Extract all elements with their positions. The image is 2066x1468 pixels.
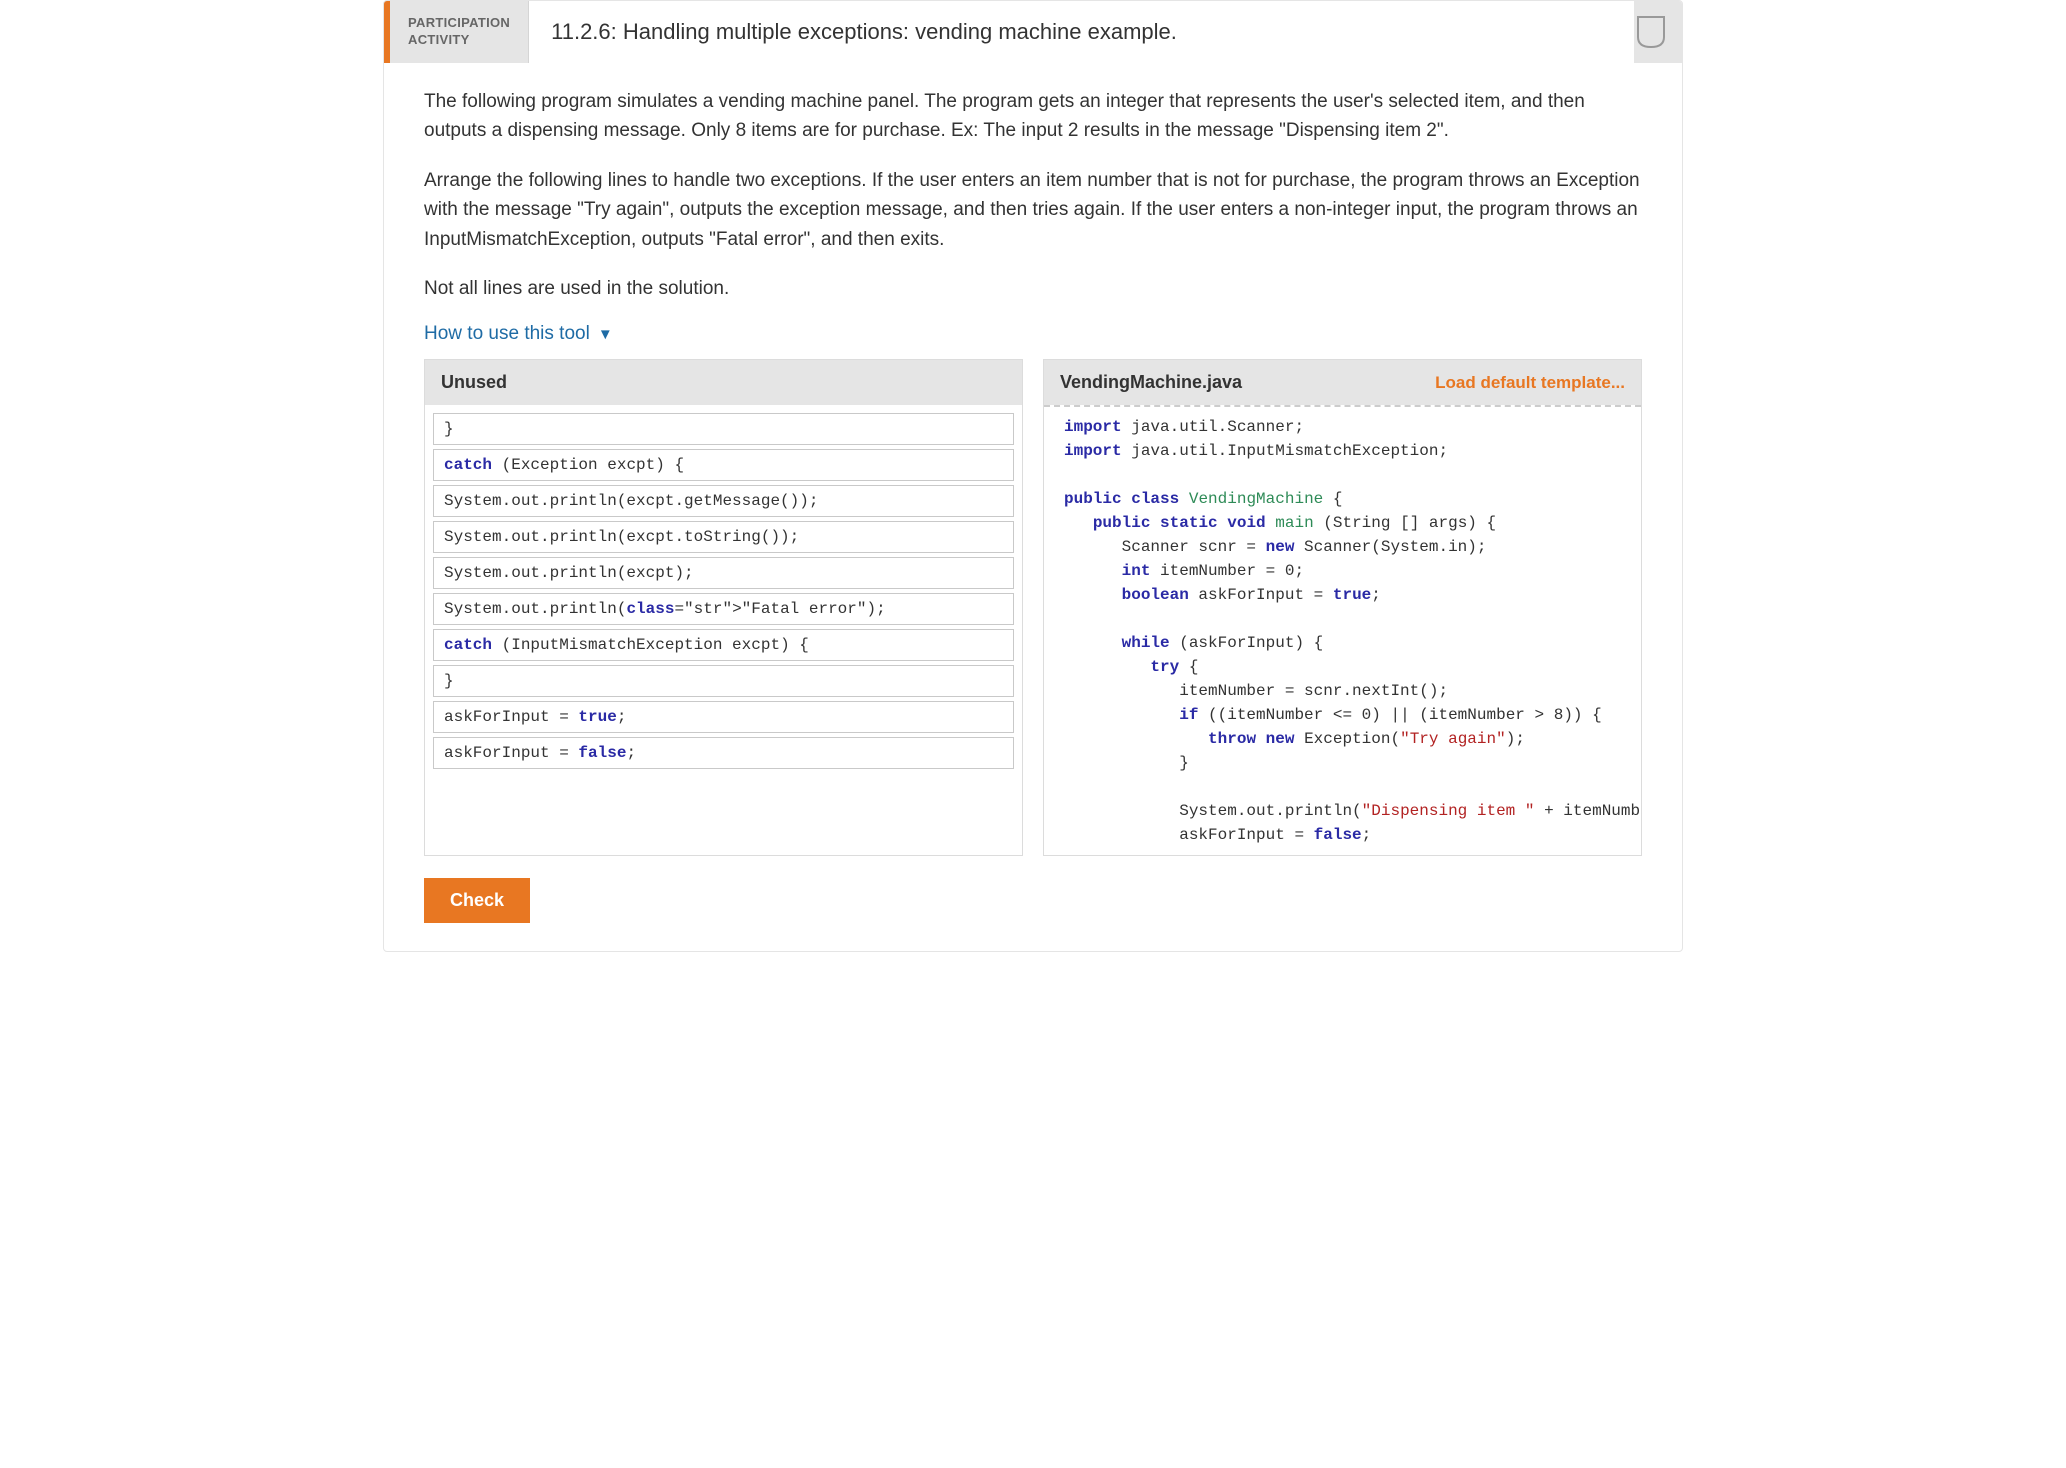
panels: Unused } catch (Exception excpt) { System.… xyxy=(424,359,1642,856)
instruction-paragraph-1: The following program simulates a vendin… xyxy=(424,87,1642,146)
activity-header: PARTICIPATION ACTIVITY 11.2.6: Handling … xyxy=(384,1,1682,63)
chevron-down-icon: ▼ xyxy=(598,326,613,343)
how-to-use-label: How to use this tool xyxy=(424,323,590,345)
unused-code-line[interactable]: askForInput = true; xyxy=(433,701,1014,733)
activity-type-line1: PARTICIPATION xyxy=(408,15,510,30)
unused-code-line[interactable]: System.out.println(excpt); xyxy=(433,557,1014,589)
instructions: The following program simulates a vendin… xyxy=(424,87,1642,304)
unused-panel-header: Unused xyxy=(425,360,1022,405)
unused-code-line[interactable]: } xyxy=(433,665,1014,697)
instruction-paragraph-2: Arrange the following lines to handle tw… xyxy=(424,166,1642,254)
load-default-link[interactable]: Load default template... xyxy=(1435,373,1625,393)
unused-code-line[interactable]: System.out.println(class="str">"Fatal er… xyxy=(433,593,1014,625)
code-filename: VendingMachine.java xyxy=(1060,372,1242,393)
how-to-use-toggle[interactable]: How to use this tool ▼ xyxy=(424,323,613,345)
code-editor-wrap[interactable]: import java.util.Scanner; import java.ut… xyxy=(1044,405,1641,855)
activity-container: PARTICIPATION ACTIVITY 11.2.6: Handling … xyxy=(383,0,1683,952)
activity-title-wrap: 11.2.6: Handling multiple exceptions: ve… xyxy=(528,1,1634,63)
unused-code-line[interactable]: } xyxy=(433,413,1014,445)
unused-panel-body[interactable]: } catch (Exception excpt) { System.out.pri… xyxy=(425,405,1022,783)
activity-type-label: PARTICIPATION ACTIVITY xyxy=(390,1,528,63)
unused-code-line[interactable]: askForInput = false; xyxy=(433,737,1014,769)
unused-title: Unused xyxy=(441,372,507,393)
pocket-icon xyxy=(1636,15,1666,49)
activity-type-line2: ACTIVITY xyxy=(408,32,470,47)
unused-code-line[interactable]: System.out.println(excpt.getMessage()); xyxy=(433,485,1014,517)
code-editor: import java.util.Scanner; import java.ut… xyxy=(1044,407,1641,855)
instruction-paragraph-3: Not all lines are used in the solution. xyxy=(424,274,1642,303)
check-button[interactable]: Check xyxy=(424,878,530,923)
unused-code-line[interactable]: catch (Exception excpt) { xyxy=(433,449,1014,481)
code-panel-header: VendingMachine.java Load default templat… xyxy=(1044,360,1641,405)
activity-body: The following program simulates a vendin… xyxy=(384,63,1682,952)
unused-code-line[interactable]: catch (InputMismatchException excpt) { xyxy=(433,629,1014,661)
code-panel: VendingMachine.java Load default templat… xyxy=(1043,359,1642,856)
unused-code-line[interactable]: System.out.println(excpt.toString()); xyxy=(433,521,1014,553)
activity-title: 11.2.6: Handling multiple exceptions: ve… xyxy=(551,19,1177,45)
status-indicator xyxy=(1634,1,1682,63)
unused-panel: Unused } catch (Exception excpt) { System.… xyxy=(424,359,1023,856)
